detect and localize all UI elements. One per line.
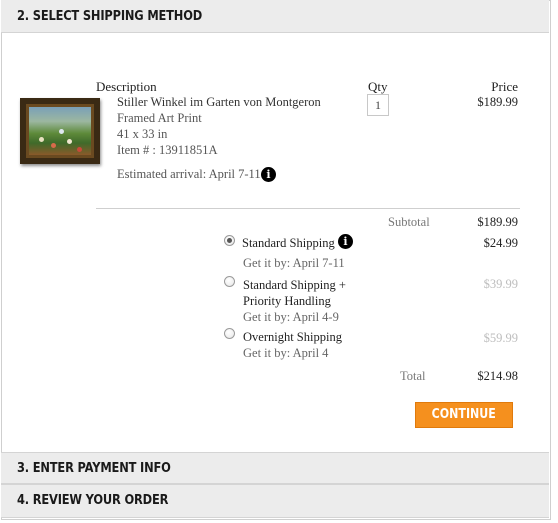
flower-dot	[51, 143, 56, 148]
column-qty: Qty	[368, 79, 388, 94]
option-overnight-price: $59.99	[483, 331, 518, 345]
option-overnight-label[interactable]: Overnight Shipping	[243, 330, 342, 345]
option-priority-eta: Get it by: April 4-9	[243, 310, 339, 324]
item-price: $189.99	[477, 95, 518, 109]
column-price: Price	[491, 79, 518, 94]
continue-button[interactable]: Continue	[415, 402, 513, 428]
step-header-review[interactable]: 4. Review Your Order	[1, 484, 549, 518]
item-type: Framed Art Print	[117, 111, 202, 125]
option-standard-eta: Get it by: April 7-11	[243, 256, 345, 270]
option-standard-label[interactable]: Standard Shipping	[242, 236, 335, 251]
flower-dot	[39, 137, 44, 142]
item-name: Stiller Winkel im Garten von Montgeron	[117, 95, 321, 109]
flower-dot	[59, 129, 64, 134]
arrival-info-icon[interactable]: i	[261, 167, 276, 182]
radio-overnight-shipping[interactable]	[224, 328, 235, 339]
option-priority-price: $39.99	[483, 277, 518, 291]
thumbnail-artwork	[29, 107, 91, 155]
estimated-arrival: Estimated arrival: April 7-11	[117, 167, 261, 181]
summary-divider	[96, 208, 520, 209]
item-number: Item # : 13911851A	[117, 143, 218, 157]
column-description: Description	[96, 79, 157, 94]
shipping-info-icon[interactable]: i	[338, 234, 353, 249]
thumbnail-mat	[26, 104, 94, 158]
total-value: $214.98	[477, 369, 518, 383]
option-priority-label-line2[interactable]: Priority Handling	[243, 294, 331, 309]
item-size: 41 x 33 in	[117, 127, 168, 141]
option-standard-price: $24.99	[483, 236, 518, 250]
option-overnight-eta: Get it by: April 4	[243, 346, 329, 360]
flower-dot	[67, 139, 72, 144]
step-title-shipping: 2. Select Shipping Method	[17, 9, 203, 24]
radio-standard-shipping[interactable]	[224, 235, 235, 246]
product-thumbnail[interactable]	[20, 98, 100, 164]
subtotal-value: $189.99	[477, 215, 518, 229]
step-header-payment[interactable]: 3. Enter Payment Info	[1, 452, 549, 484]
option-priority-label-line1[interactable]: Standard Shipping +	[243, 278, 346, 293]
step-title-payment: 3. Enter Payment Info	[17, 461, 171, 476]
quantity-input[interactable]	[367, 94, 389, 116]
step-header-shipping[interactable]: 2. Select Shipping Method	[1, 0, 549, 33]
flower-dot	[77, 147, 82, 152]
radio-priority-shipping[interactable]	[224, 276, 235, 287]
total-label: Total	[400, 369, 426, 383]
subtotal-label: Subtotal	[388, 215, 430, 229]
step-title-review: 4. Review Your Order	[17, 493, 169, 508]
continue-button-label: Continue	[431, 407, 497, 422]
